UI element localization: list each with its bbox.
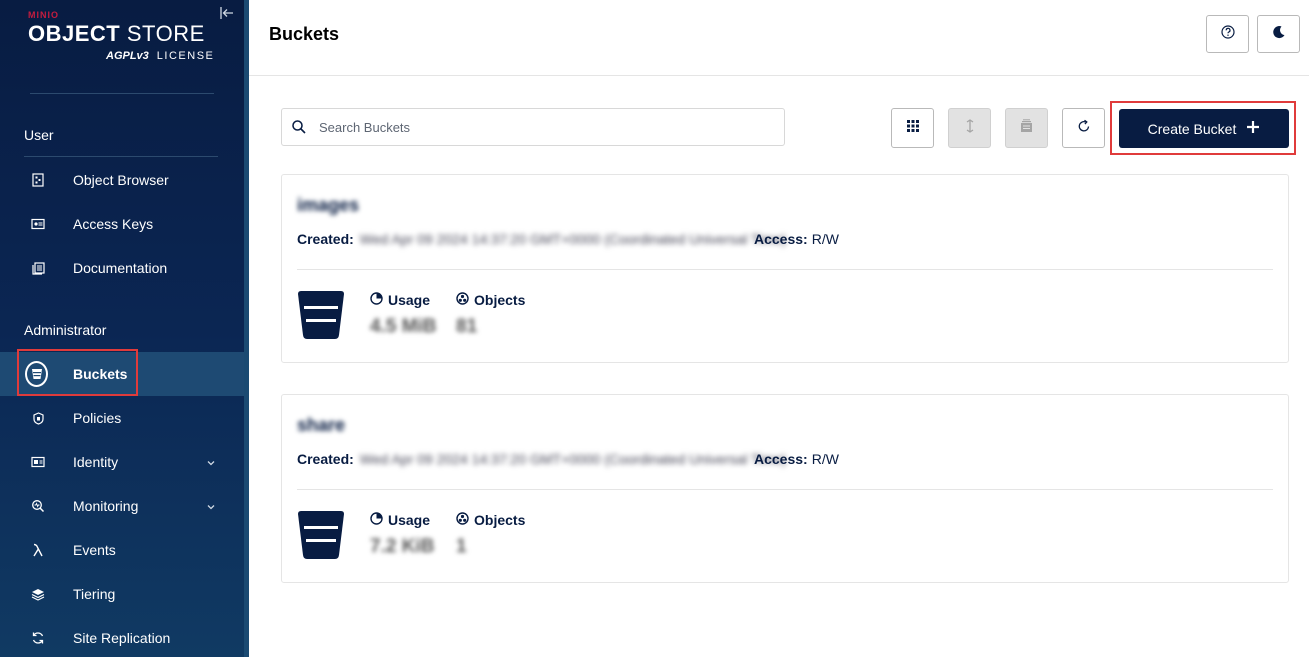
sidebar-item-access-keys[interactable]: Access Keys (0, 202, 244, 246)
access-keys-icon (28, 214, 48, 234)
objects-label: Objects (474, 512, 526, 528)
lambda-icon (28, 540, 48, 560)
sidebar-item-label: Monitoring (73, 498, 139, 514)
set-replication-button[interactable] (948, 108, 991, 148)
section-divider (24, 156, 218, 157)
search-bar[interactable] (281, 108, 785, 146)
documentation-icon (28, 258, 48, 278)
objects-icon (456, 512, 469, 528)
card-divider (297, 489, 1273, 490)
usage-stat: Usage 7.2 KiB (370, 512, 434, 558)
access-label: Access: (754, 451, 808, 467)
access-label: Access: (754, 231, 808, 247)
objects-stat: Objects 81 (456, 292, 525, 338)
collapse-sidebar-icon[interactable] (219, 5, 235, 21)
objects-value: 1 (456, 536, 467, 557)
set-lifecycle-button[interactable] (1005, 108, 1048, 148)
bucket-created: Created: Wed Apr 09 2024 14:37:20 GMT+00… (297, 451, 786, 467)
bucket-icon (297, 291, 345, 339)
logo-product-bold: OBJECT (28, 21, 121, 46)
sidebar-item-monitoring[interactable]: Monitoring (0, 484, 244, 528)
sidebar-item-label: Identity (73, 454, 119, 470)
page-header: Buckets (249, 0, 1309, 76)
bucket-card[interactable]: images Created: Wed Apr 09 2024 14:37:20… (281, 174, 1289, 363)
sidebar-item-label: Tiering (73, 586, 116, 602)
page-title: Buckets (269, 24, 340, 44)
usage-pie-icon (370, 292, 383, 308)
object-browser-icon (28, 170, 48, 190)
card-divider (297, 269, 1273, 270)
bucket-name[interactable]: share (297, 415, 345, 436)
search-icon (291, 119, 307, 135)
sidebar-item-label: Site Replication (73, 630, 171, 646)
created-label: Created: (297, 451, 354, 467)
chevron-down-icon[interactable] (205, 500, 217, 512)
logo-license: AGPLv3 LICENSE (106, 50, 214, 62)
sidebar-item-label: Documentation (73, 260, 168, 276)
objects-label: Objects (474, 292, 526, 308)
objects-stat: Objects 1 (456, 512, 525, 558)
license-badge: AGPLv3 (106, 50, 149, 62)
bucket-created: Created: Wed Apr 09 2024 14:37:20 GMT+00… (297, 231, 786, 247)
help-button[interactable] (1206, 15, 1249, 53)
license-text: LICENSE (156, 50, 215, 62)
bucket-access: Access: R/W (754, 231, 839, 247)
bucket-access: Access: R/W (754, 451, 839, 467)
list-view-button[interactable] (891, 108, 934, 148)
logo-divider (30, 93, 214, 94)
usage-value: 7.2 KiB (370, 536, 435, 557)
bucket-card[interactable]: share Created: Wed Apr 09 2024 14:37:20 … (281, 394, 1289, 583)
sidebar-item-label: Access Keys (73, 216, 154, 232)
logo-product-light: STORE (126, 21, 205, 46)
highlight-box-buckets (17, 349, 138, 396)
usage-stat: Usage 4.5 MiB (370, 292, 437, 338)
sidebar-item-label: Policies (73, 410, 122, 426)
sidebar-edge (244, 0, 249, 657)
bucket-name[interactable]: images (297, 195, 359, 216)
usage-pie-icon (370, 512, 383, 528)
usage-label: Usage (388, 292, 431, 308)
search-input[interactable] (319, 119, 759, 135)
section-title-administrator: Administrator (24, 322, 107, 338)
replication-icon (963, 118, 977, 138)
replication-icon (28, 628, 48, 648)
theme-toggle-button[interactable] (1257, 15, 1300, 53)
sidebar-item-object-browser[interactable]: Object Browser (0, 158, 244, 202)
moon-icon (1272, 25, 1286, 44)
logo-product-name: OBJECT STORE (28, 21, 218, 47)
section-title-user: User (24, 127, 54, 143)
highlight-box-create-bucket (1110, 101, 1296, 155)
sidebar-item-policies[interactable]: Policies (0, 396, 244, 440)
sidebar-item-label: Events (73, 542, 116, 558)
chevron-down-icon[interactable] (205, 456, 217, 468)
lifecycle-icon (1019, 118, 1034, 138)
help-icon (1220, 24, 1235, 44)
usage-value: 4.5 MiB (370, 316, 437, 337)
created-value: Wed Apr 09 2024 14:37:20 GMT+0000 (Coord… (359, 231, 787, 247)
created-value: Wed Apr 09 2024 14:37:20 GMT+0000 (Coord… (359, 451, 787, 467)
sidebar-item-site-replication[interactable]: Site Replication (0, 616, 244, 657)
refresh-icon (1077, 119, 1091, 138)
refresh-button[interactable] (1062, 108, 1105, 148)
access-value: R/W (811, 231, 839, 247)
sidebar-item-label: Object Browser (73, 172, 169, 188)
identity-icon (28, 452, 48, 472)
objects-icon (456, 292, 469, 308)
bucket-icon (297, 511, 345, 559)
created-label: Created: (297, 231, 354, 247)
sidebar-item-identity[interactable]: Identity (0, 440, 244, 484)
objects-value: 81 (456, 316, 478, 337)
usage-label: Usage (388, 512, 431, 528)
sidebar-item-documentation[interactable]: Documentation (0, 246, 244, 290)
layers-icon (28, 584, 48, 604)
sidebar-item-events[interactable]: Events (0, 528, 244, 572)
logo-minio-text: MINIO (28, 10, 59, 20)
minio-logo: MINIO OBJECT STORE AGPLv3 LICENSE (28, 10, 218, 70)
grid-view-icon (906, 119, 920, 138)
sidebar-item-tiering[interactable]: Tiering (0, 572, 244, 616)
access-value: R/W (811, 451, 839, 467)
monitoring-icon (28, 496, 48, 516)
shield-icon (28, 408, 48, 428)
sidebar: MINIO OBJECT STORE AGPLv3 LICENSE User O… (0, 0, 244, 657)
